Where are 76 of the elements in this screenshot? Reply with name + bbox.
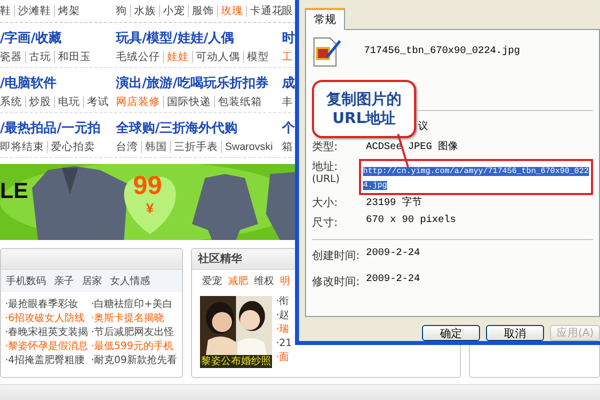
category-link[interactable]: 三折手表 — [170, 141, 221, 153]
news-link[interactable]: ·4招掩盖肥臀粗腰 — [5, 355, 91, 367]
property-value: 议 — [418, 120, 428, 133]
category-link[interactable]: 水族 — [130, 5, 159, 17]
url-field[interactable]: http://cn.yimg.com/a/amyy/717456_tbn_670x90_0224.jpg — [359, 159, 593, 195]
panel-title: 社区精华 — [198, 252, 242, 265]
category-link[interactable]: 模型 — [243, 51, 272, 63]
news-link[interactable]: ·白糖祛痘印+美白 — [91, 299, 177, 311]
property-value: 670 x 90 pixels — [366, 215, 456, 226]
category-title[interactable]: 时 — [282, 29, 296, 47]
category-link[interactable]: 沙滩鞋 — [14, 5, 54, 17]
image-file-icon — [312, 36, 342, 68]
panel-tab[interactable]: 手机数码 — [6, 274, 46, 288]
category-title[interactable]: 玩具/模型/娃娃/人偶 — [116, 29, 282, 47]
category-link[interactable]: 即将结束 — [0, 141, 47, 153]
category-link[interactable]: 国际快递 — [163, 96, 214, 108]
property-label: 大小: — [312, 196, 338, 209]
file-name: 717456_tbn_670x90_0224.jpg — [364, 44, 520, 57]
category-link[interactable]: 狗 — [116, 5, 130, 17]
category-link[interactable]: 古玩 — [25, 51, 54, 63]
category-link[interactable]: 毛绒公仔 — [116, 51, 163, 63]
dialog-button[interactable]: 取消 — [486, 325, 544, 341]
category-title[interactable]: 演出/旅游/吃喝玩乐折扣券 — [116, 74, 282, 92]
property-value: 2009-2-24 — [366, 274, 420, 285]
panel-tab[interactable]: 亲子 — [54, 274, 74, 288]
panel-tab[interactable]: 维权 — [254, 274, 274, 288]
category-link[interactable]: 炒股 — [25, 96, 54, 108]
property-value: 23199 字节 — [366, 196, 422, 209]
currency-sign: ¥ — [146, 200, 154, 216]
news-link[interactable]: ·衔 — [276, 296, 292, 308]
price-text: 99 — [133, 170, 162, 201]
category-title[interactable]: 全球购/三折海外代购 — [116, 119, 282, 137]
property-label: 修改时间: — [312, 275, 360, 288]
category-link[interactable]: 爱心拍卖 — [47, 141, 98, 153]
property-label: 地址: — [312, 160, 338, 173]
news-link[interactable]: ·最抢眼春季彩妆 — [5, 299, 91, 311]
panel-tab[interactable]: 居家 — [82, 274, 102, 288]
panel-tab[interactable]: 女人情感 — [110, 274, 150, 288]
category-link[interactable]: 烤架 — [54, 5, 83, 17]
category-title[interactable]: /字画/收藏 — [0, 29, 116, 47]
category-link[interactable]: 可动人偶 — [192, 51, 243, 63]
dialog-button[interactable]: 确定 — [422, 325, 480, 341]
category-link[interactable]: 小宠 — [159, 5, 188, 17]
photo-caption: 黎姿公布婚纱照 — [200, 355, 272, 368]
category-title[interactable]: /最热拍品/一元拍 — [0, 119, 116, 137]
property-label: 创建时间: — [312, 249, 360, 262]
category-link[interactable]: 丰 — [282, 96, 296, 108]
dialog-tab[interactable]: 常规 — [305, 8, 345, 30]
category-title[interactable]: 成 — [282, 74, 296, 92]
category-link[interactable]: 系统 — [0, 96, 25, 108]
property-label: 类型: — [312, 140, 338, 153]
category-link[interactable]: 箱 — [282, 141, 296, 153]
category-link[interactable]: 考试 — [83, 96, 112, 108]
news-link[interactable]: ·耐克09新款抢先看 — [91, 355, 177, 367]
property-label: (URL) — [312, 174, 341, 185]
property-value: ACDSee JPEG 图像 — [366, 140, 458, 153]
category-link[interactable]: 瓷器 — [0, 51, 25, 63]
category-link[interactable]: 台湾 — [116, 141, 141, 153]
property-value: 2009-2-24 — [366, 248, 420, 259]
category-link[interactable]: 包装纸箱 — [214, 96, 265, 108]
property-label: 尺寸: — [312, 216, 338, 229]
category-link[interactable]: 鞋 — [0, 5, 14, 17]
news-link[interactable]: ·赵 — [276, 310, 292, 322]
category-link[interactable]: 服饰 — [188, 5, 217, 17]
category-link[interactable]: Swarovski — [221, 141, 276, 153]
news-link[interactable]: ·春晚宋祖英支装揭 — [5, 327, 91, 339]
category-title[interactable]: /电脑软件 — [0, 74, 116, 92]
category-link[interactable]: 电玩 — [54, 96, 83, 108]
category-title[interactable]: 个 — [282, 119, 296, 137]
news-link[interactable]: ·节后减肥网友出怪 — [91, 327, 177, 339]
callout-bubble: 复制图片的 URL地址 — [312, 80, 416, 138]
panel-tab[interactable]: 爱宠 — [202, 274, 222, 288]
news-link[interactable]: ·21 — [276, 338, 292, 350]
category-link[interactable]: 和田玉 — [54, 51, 94, 63]
category-link[interactable]: 韩国 — [141, 141, 170, 153]
banner-text: LE — [0, 178, 28, 204]
